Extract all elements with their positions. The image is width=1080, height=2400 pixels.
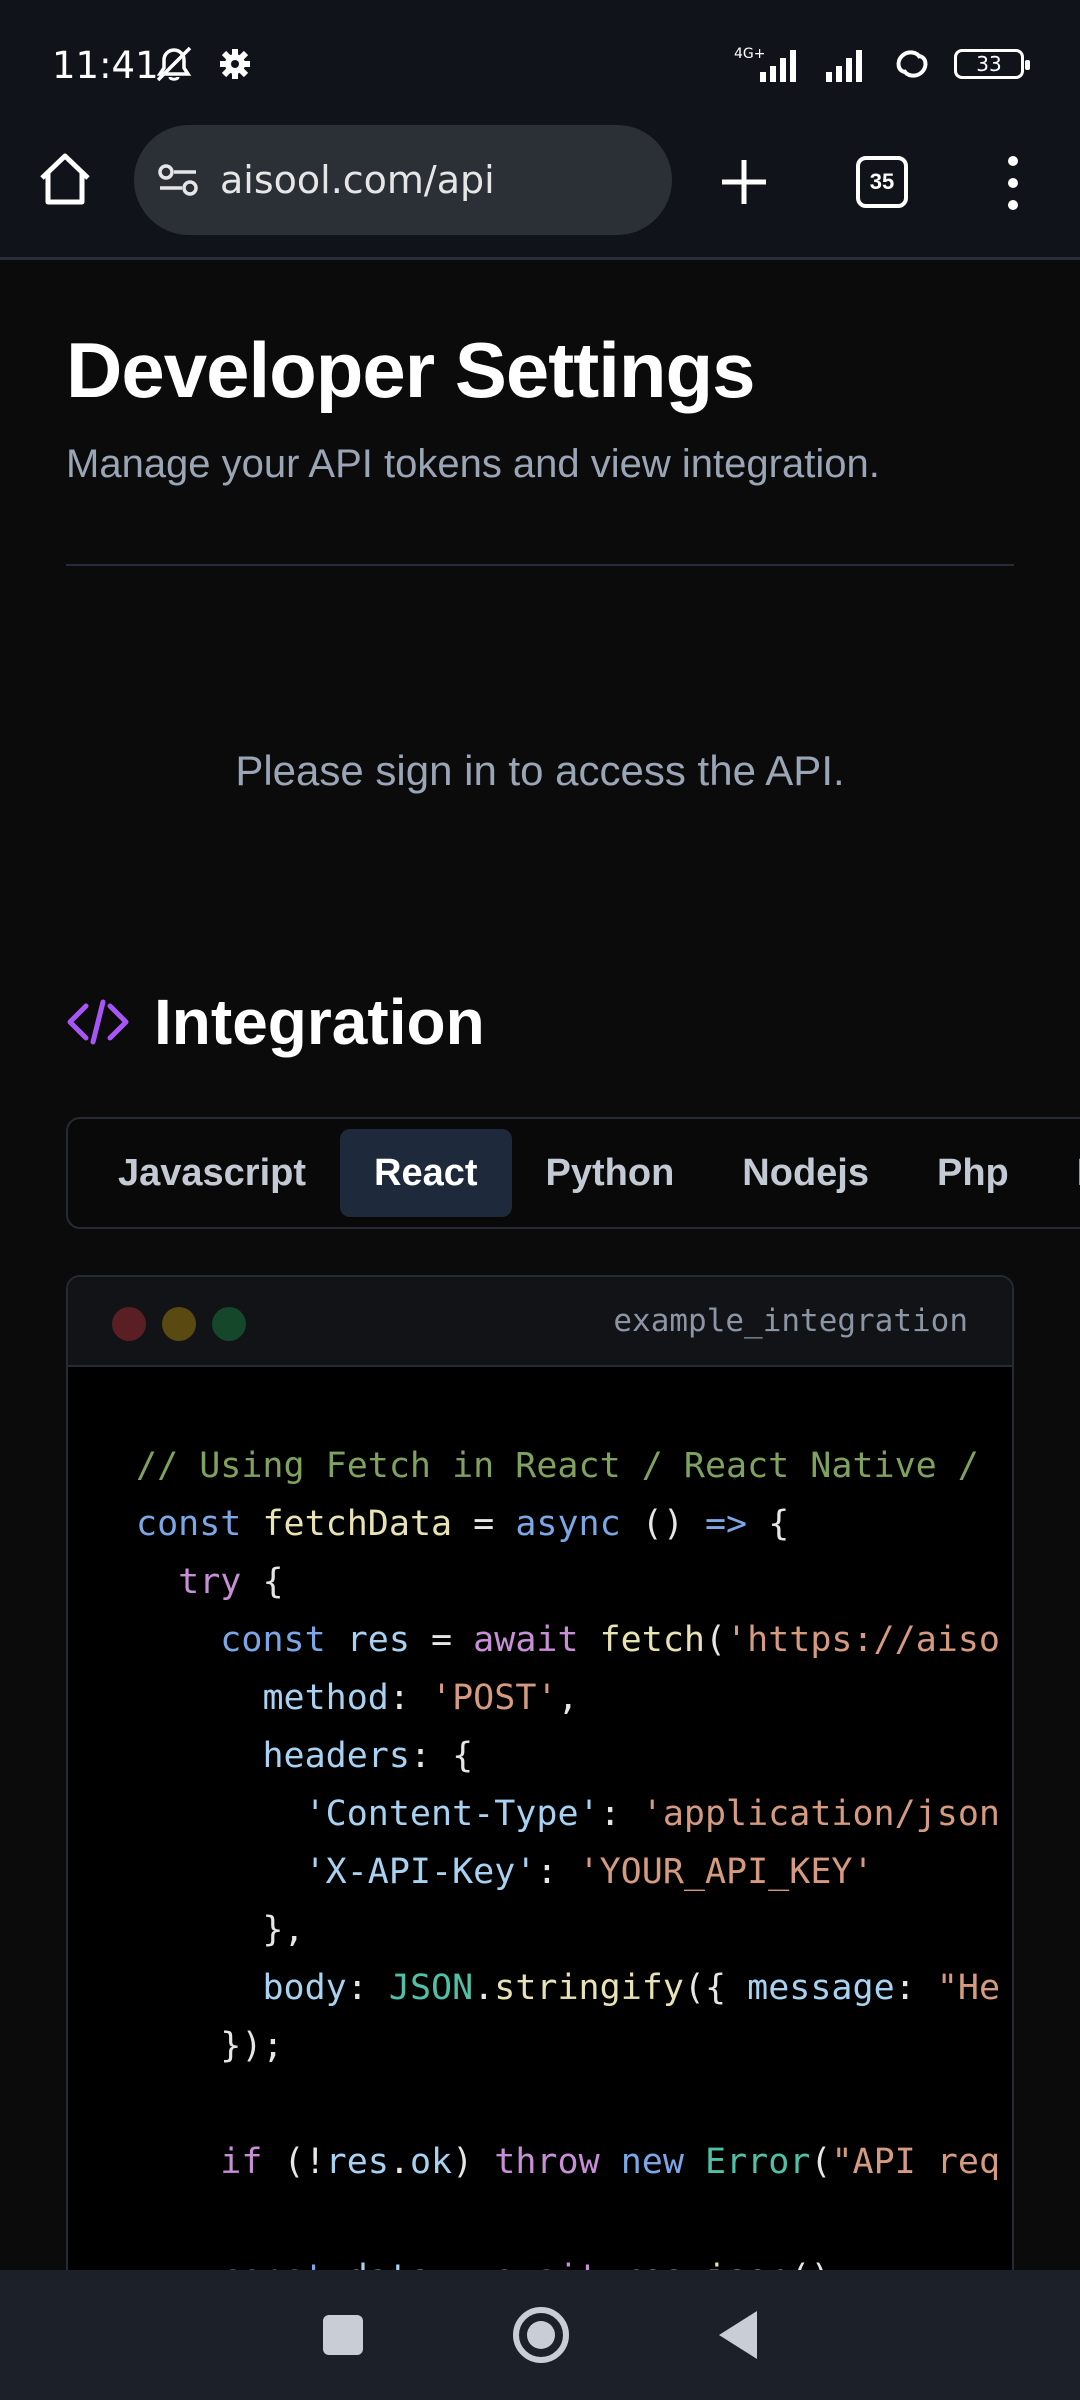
more-menu-icon[interactable] bbox=[998, 156, 1028, 210]
code-icon bbox=[67, 999, 129, 1045]
code-line: 'Content-Type': 'application/json bbox=[304, 1794, 1000, 1834]
signin-message: Please sign in to access the API. bbox=[235, 747, 845, 794]
url-text: aisool.com/api bbox=[220, 158, 495, 202]
code-line: const fetchData = async () => { bbox=[136, 1504, 790, 1544]
browser-toolbar: aisool.com/api 35 bbox=[0, 120, 1080, 260]
language-tabs: Javascript React Python Nodejs Php Flu bbox=[66, 1117, 1080, 1229]
integration-title: Integration bbox=[154, 986, 485, 1058]
code-file-name: example_integration bbox=[613, 1303, 968, 1339]
page-content: Developer Settings Manage your API token… bbox=[0, 260, 1080, 2270]
code-line: headers: { bbox=[262, 1736, 474, 1776]
code-line: if (!res.ok) throw new Error("API req bbox=[220, 2142, 1001, 2182]
page-subtitle: Manage your API tokens and view integrat… bbox=[66, 442, 880, 486]
home-nav-icon[interactable] bbox=[513, 2307, 569, 2363]
svg-text:4G+: 4G+ bbox=[734, 46, 766, 62]
code-line: }, bbox=[136, 1910, 305, 1950]
home-icon[interactable] bbox=[36, 150, 94, 208]
signal-4g-icon: 4G+ bbox=[734, 46, 796, 82]
site-settings-icon[interactable] bbox=[156, 160, 200, 200]
status-bar: 11:41 4G+ 33 bbox=[0, 0, 1080, 120]
tab-nodejs[interactable]: Nodejs bbox=[708, 1129, 903, 1217]
tab-flutter[interactable]: Flu bbox=[1043, 1129, 1080, 1217]
code-line: }); bbox=[136, 2026, 284, 2066]
code-line: method: 'POST', bbox=[262, 1678, 579, 1718]
tab-php[interactable]: Php bbox=[903, 1129, 1043, 1217]
settings-gear-icon bbox=[220, 49, 250, 79]
divider bbox=[66, 564, 1014, 566]
window-dot-red bbox=[112, 1307, 146, 1341]
tab-react[interactable]: React bbox=[340, 1129, 512, 1217]
code-line: const res = await fetch('https://aiso bbox=[220, 1620, 1000, 1660]
window-dot-green bbox=[212, 1307, 246, 1341]
tab-python[interactable]: Python bbox=[512, 1129, 709, 1217]
do-not-disturb-icon bbox=[156, 46, 192, 82]
status-time: 11:41 bbox=[52, 44, 159, 87]
integration-heading: Integration bbox=[66, 985, 485, 1059]
page-title: Developer Settings bbox=[66, 326, 756, 414]
window-dot-yellow bbox=[162, 1307, 196, 1341]
code-header: example_integration bbox=[68, 1277, 1012, 1367]
tab-javascript[interactable]: Javascript bbox=[84, 1129, 340, 1217]
tab-switcher-button[interactable]: 35 bbox=[856, 156, 908, 208]
system-nav-bar bbox=[0, 2270, 1080, 2400]
recents-icon[interactable] bbox=[323, 2315, 363, 2355]
code-line: 'X-API-Key': 'YOUR_API_KEY' bbox=[304, 1852, 874, 1892]
address-bar[interactable]: aisool.com/api bbox=[134, 125, 672, 235]
code-line: // Using Fetch in React / React Native / bbox=[136, 1446, 979, 1486]
code-line: try { bbox=[178, 1562, 284, 1602]
code-line: const data = await res.json(); bbox=[136, 2249, 1000, 2270]
back-icon[interactable] bbox=[719, 2311, 757, 2359]
battery-icon: 33 bbox=[954, 49, 1030, 79]
signal-icon bbox=[826, 50, 862, 82]
code-line: body: JSON.stringify({ message: "He bbox=[262, 1968, 1001, 2008]
new-tab-icon[interactable] bbox=[712, 150, 776, 214]
status-left-icons bbox=[152, 44, 252, 84]
status-right-icons: 4G+ 33 bbox=[732, 44, 1030, 84]
code-block[interactable]: // Using Fetch in React / React Native /… bbox=[136, 1437, 1000, 2270]
link-icon bbox=[896, 50, 928, 78]
code-card: example_integration // Using Fetch in Re… bbox=[66, 1275, 1014, 2270]
